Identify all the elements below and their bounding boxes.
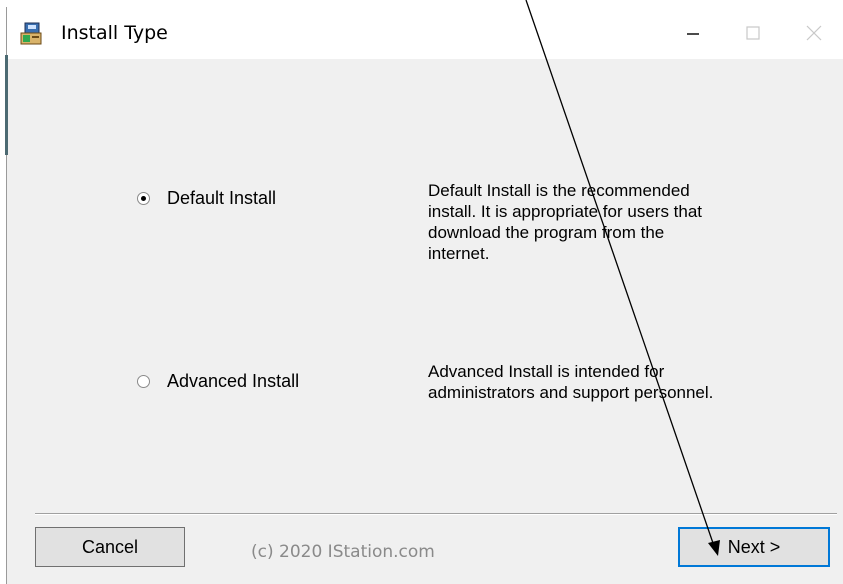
option-default-install[interactable]: Default Install bbox=[137, 188, 276, 209]
label-default-install[interactable]: Default Install bbox=[167, 188, 276, 209]
maximize-icon bbox=[746, 26, 760, 40]
desc-line: Default Install is the recommended bbox=[428, 181, 690, 200]
minimize-icon bbox=[687, 33, 699, 35]
option-advanced-install[interactable]: Advanced Install bbox=[137, 371, 299, 392]
footer-divider-highlight bbox=[35, 514, 837, 515]
desc-line: internet. bbox=[428, 244, 490, 263]
desc-line: download the program from the bbox=[428, 223, 665, 242]
cancel-button[interactable]: Cancel bbox=[35, 527, 185, 567]
radio-default-install[interactable] bbox=[137, 192, 150, 205]
installer-icon bbox=[20, 22, 42, 45]
desc-line: administrators and support personnel. bbox=[428, 383, 714, 402]
desc-line: Advanced Install is intended for bbox=[428, 362, 665, 381]
radio-advanced-install[interactable] bbox=[137, 375, 150, 388]
minimize-button[interactable] bbox=[663, 7, 723, 59]
description-default-install: Default Install is the recommended insta… bbox=[428, 180, 798, 264]
background-window-edge bbox=[5, 55, 8, 155]
install-type-dialog: Install Type Default Install Default Ins… bbox=[6, 7, 843, 584]
copyright-text: (c) 2020 IStation.com bbox=[251, 542, 435, 562]
window-title: Install Type bbox=[61, 22, 168, 44]
next-button[interactable]: Next > bbox=[678, 527, 830, 567]
desc-line: install. It is appropriate for users tha… bbox=[428, 202, 703, 221]
label-advanced-install[interactable]: Advanced Install bbox=[167, 371, 299, 392]
description-advanced-install: Advanced Install is intended for adminis… bbox=[428, 361, 798, 403]
title-bar[interactable]: Install Type bbox=[7, 7, 843, 59]
close-icon bbox=[806, 25, 821, 41]
maximize-button bbox=[723, 7, 783, 59]
close-button bbox=[783, 7, 843, 59]
